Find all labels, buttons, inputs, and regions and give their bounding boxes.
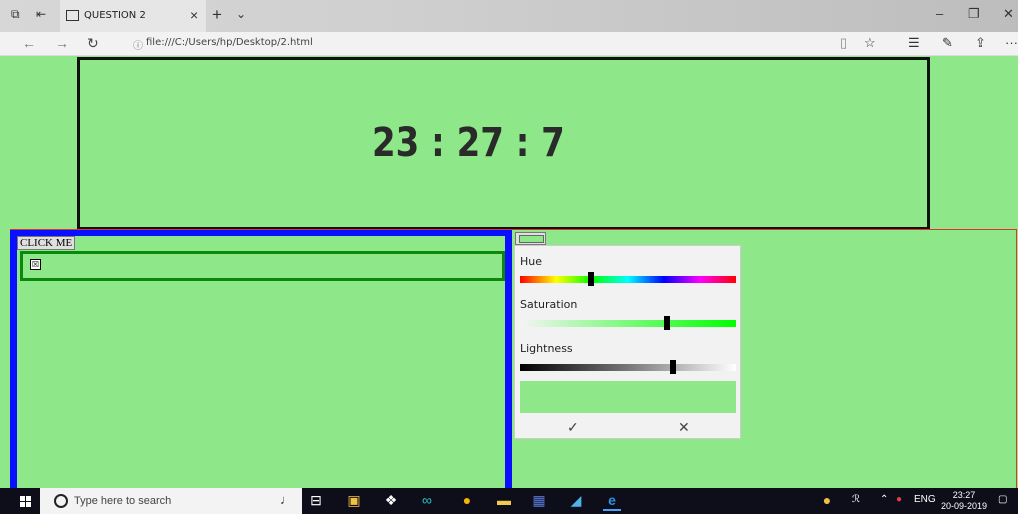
- refresh-button[interactable]: ↻: [87, 35, 99, 52]
- tab-preview-icon[interactable]: ⧉: [11, 8, 25, 20]
- search-placeholder: Type here to search: [74, 495, 172, 507]
- lightness-slider[interactable]: [520, 360, 736, 374]
- chevron-up-icon[interactable]: ⌃: [880, 494, 888, 505]
- hue-slider[interactable]: [520, 272, 736, 286]
- help-tray-icon[interactable]: ●: [818, 491, 836, 509]
- notepad-icon[interactable]: ◢: [567, 491, 585, 509]
- people-icon[interactable]: ℛ: [852, 494, 860, 505]
- language-indicator[interactable]: ENG: [914, 494, 936, 505]
- reading-view-icon[interactable]: ▯: [840, 35, 847, 51]
- color-preview: [520, 381, 736, 413]
- checkbox-row: ☒: [20, 251, 505, 281]
- share-icon[interactable]: ⇪: [975, 35, 986, 51]
- tab-title: QUESTION 2: [84, 10, 146, 21]
- web-notes-icon[interactable]: ✎: [942, 35, 953, 51]
- task-view-icon[interactable]: ⊟: [307, 491, 325, 509]
- favorite-star-icon[interactable]: ☆: [864, 35, 876, 51]
- info-icon[interactable]: ⓘ: [133, 37, 143, 52]
- chrome-icon[interactable]: ●: [458, 491, 476, 509]
- microphone-icon[interactable]: ♩: [280, 492, 293, 507]
- file-explorer-icon[interactable]: ▬: [495, 491, 513, 509]
- edge-icon[interactable]: e: [603, 491, 621, 511]
- more-icon[interactable]: ···: [1005, 35, 1018, 50]
- new-tab-button[interactable]: +: [212, 5, 222, 25]
- color-swatch: [519, 235, 544, 243]
- windows-start-icon[interactable]: [20, 496, 31, 507]
- system-clock[interactable]: 23:27 20-09-2019: [941, 490, 987, 512]
- forward-button[interactable]: →: [55, 35, 69, 51]
- maximize-button[interactable]: ❐: [968, 6, 980, 22]
- browser-tab[interactable]: QUESTION 2 ×: [60, 0, 206, 32]
- notification-icon[interactable]: ▢: [998, 494, 1007, 505]
- app-icon[interactable]: ▦: [530, 491, 548, 509]
- taskbar-search[interactable]: Type here to search ♩: [40, 488, 302, 514]
- close-window-button[interactable]: ✕: [1003, 6, 1014, 22]
- dropbox-icon[interactable]: ❖: [382, 491, 400, 509]
- clock-panel: 23 : 27 : 7: [77, 57, 930, 230]
- taskbar: Type here to search ♩ ⊟ ▣ ❖ ∞ ● ▬ ▦ ◢ e …: [0, 488, 1018, 514]
- tab-aside-icon[interactable]: ⇤: [36, 8, 50, 20]
- clock-display: 23 : 27 : 7: [372, 120, 565, 166]
- color-input-button[interactable]: [515, 232, 546, 245]
- saturation-slider-thumb[interactable]: [663, 316, 670, 330]
- address-bar: ← → ↻ ⓘ file:///C:/Users/hp/Desktop/2.ht…: [0, 32, 1018, 56]
- click-me-button[interactable]: CLICK ME: [17, 236, 76, 250]
- store-icon[interactable]: ▣: [345, 491, 363, 509]
- tab-close-icon[interactable]: ×: [190, 7, 198, 23]
- saturation-label: Saturation: [520, 298, 578, 311]
- favorites-hub-icon[interactable]: ☰: [908, 35, 920, 51]
- saturation-slider[interactable]: [520, 316, 736, 330]
- arduino-icon[interactable]: ∞: [418, 491, 436, 509]
- cancel-icon[interactable]: ✕: [678, 419, 690, 436]
- minimize-button[interactable]: –: [936, 6, 943, 21]
- clock-date: 20-09-2019: [941, 501, 988, 511]
- url-field[interactable]: file:///C:/Users/hp/Desktop/2.html: [146, 37, 313, 48]
- hue-label: Hue: [520, 255, 543, 268]
- confirm-icon[interactable]: ✓: [567, 419, 579, 436]
- tab-list-chevron-icon[interactable]: ⌄: [236, 7, 246, 21]
- lightness-label: Lightness: [520, 342, 573, 355]
- checkbox[interactable]: ☒: [30, 259, 41, 270]
- lightness-slider-thumb[interactable]: [670, 360, 677, 374]
- color-picker-popup: Hue Saturation Lightness ✓ ✕: [514, 245, 741, 439]
- back-button[interactable]: ←: [22, 35, 36, 51]
- hue-slider-thumb[interactable]: [588, 272, 595, 286]
- clock-time: 23:27: [952, 490, 976, 500]
- browser-title-bar: ⧉ ⇤ QUESTION 2 × + ⌄ – ❐ ✕: [0, 0, 1018, 32]
- network-icon[interactable]: ●: [896, 494, 902, 505]
- page-icon: [66, 10, 79, 21]
- cortana-icon: [54, 494, 68, 508]
